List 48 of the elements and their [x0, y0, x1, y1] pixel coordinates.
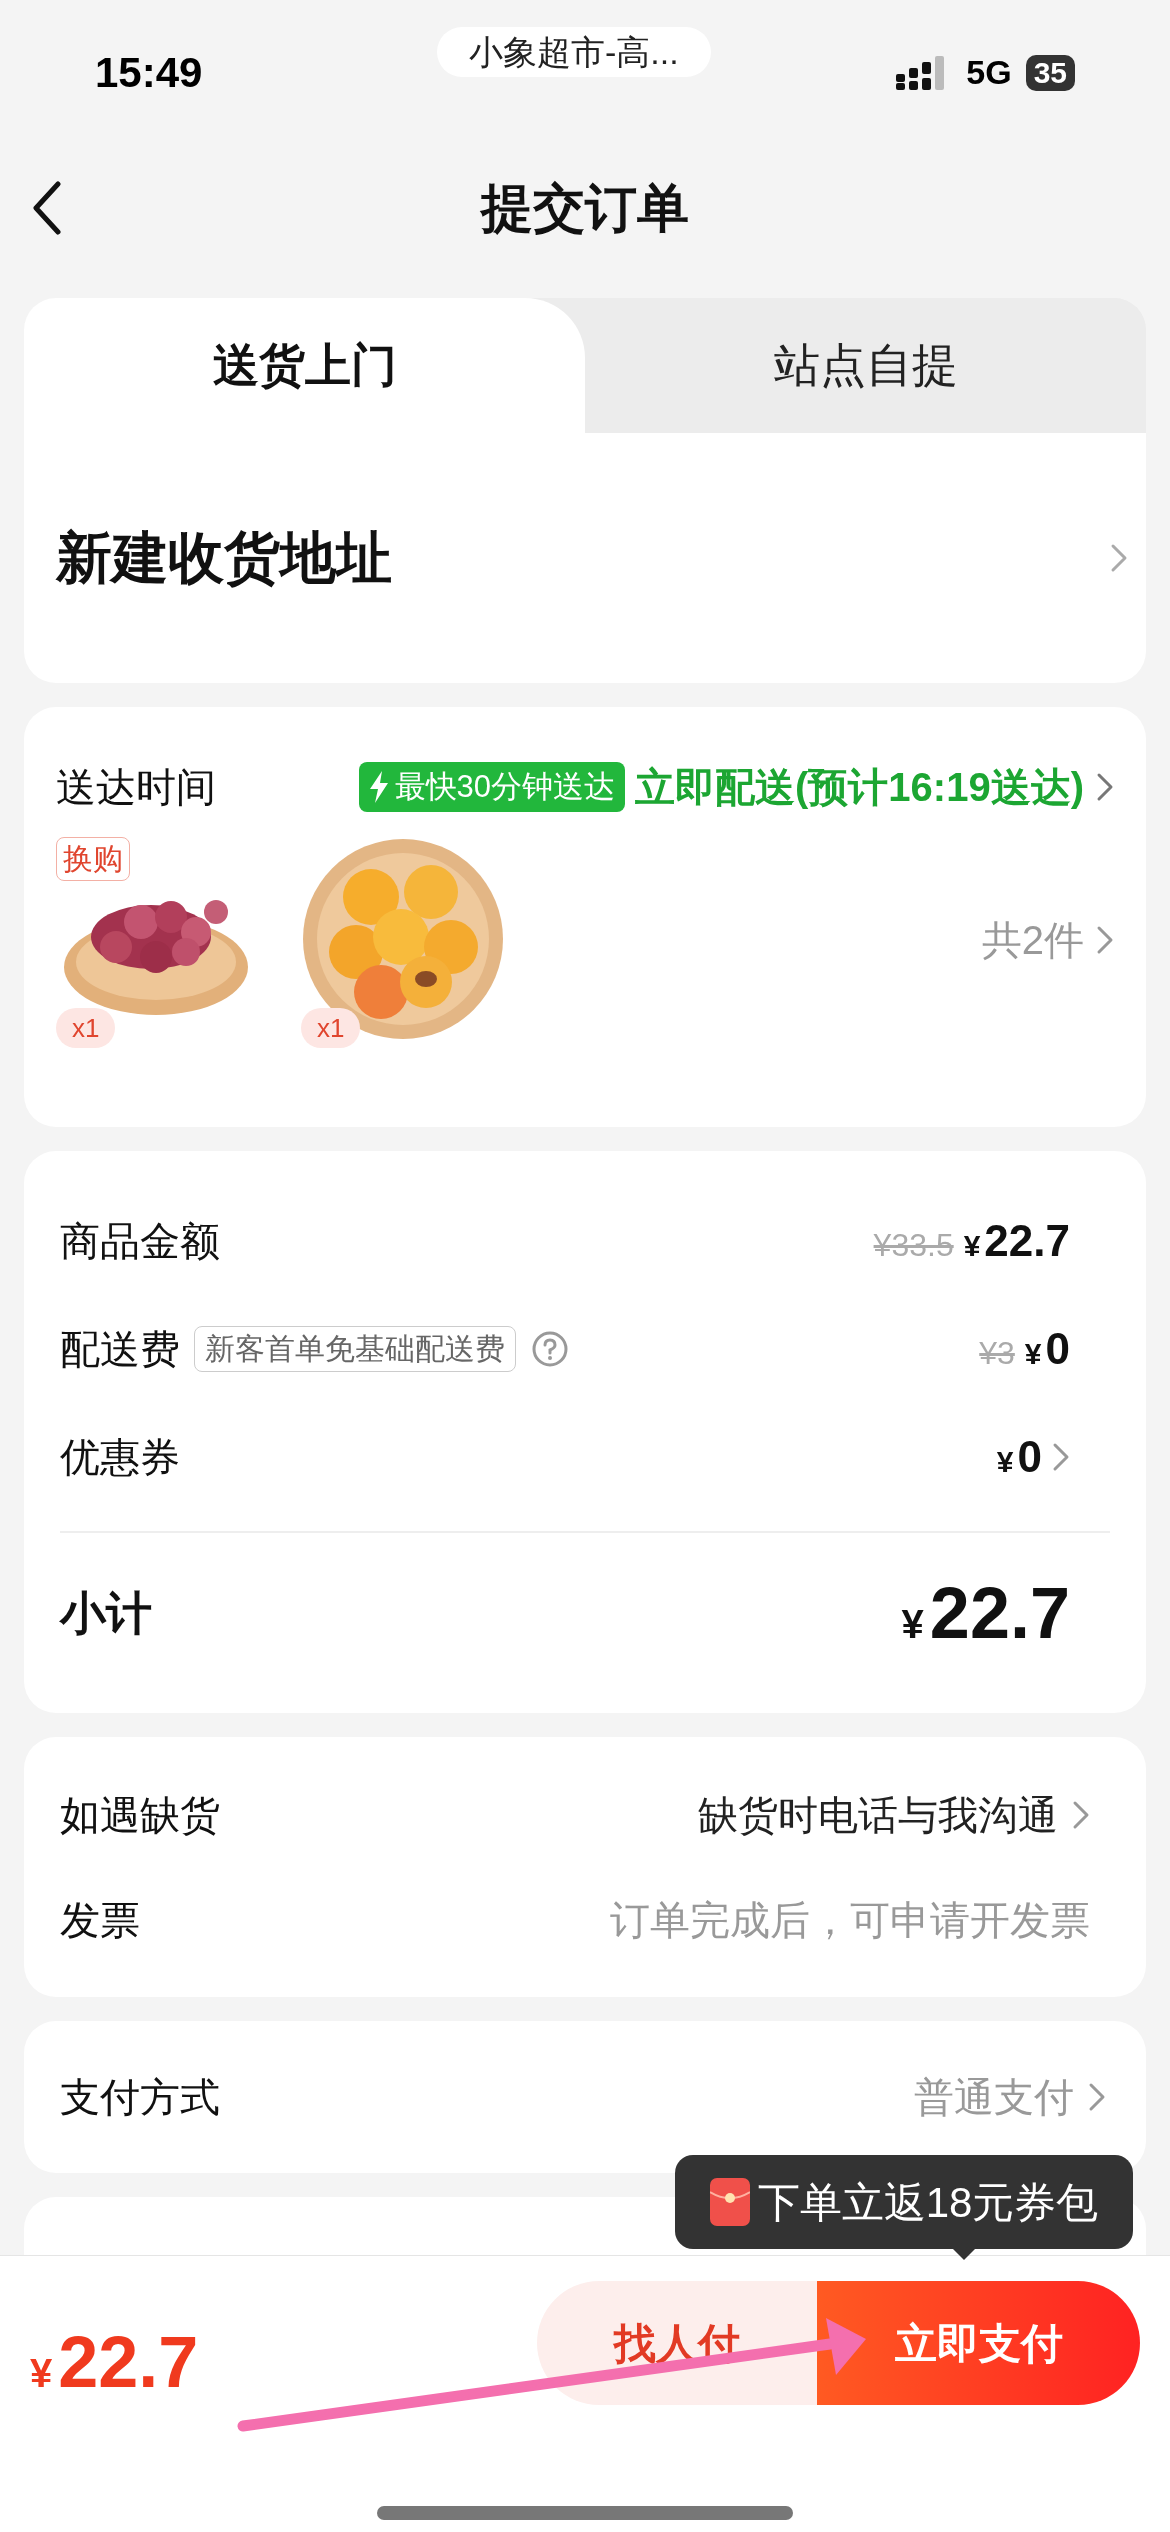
fee-amount: 22.7 — [984, 1215, 1070, 1267]
address-row[interactable]: 新建收货地址 — [24, 433, 1146, 683]
network-label: 5G — [966, 52, 1012, 93]
subtotal-label: 小计 — [60, 1585, 152, 1641]
pay-now-button[interactable]: 立即支付 — [817, 2281, 1140, 2405]
chevron-icon — [1096, 772, 1114, 802]
payment-value: 普通支付 — [914, 2074, 1074, 2121]
chevron-icon — [1110, 543, 1128, 573]
option-label: 如遇缺货 — [60, 1791, 220, 1839]
help-icon[interactable] — [532, 1331, 568, 1367]
quantity-badge: x1 — [56, 1008, 116, 1048]
battery-indicator: 35 — [1025, 54, 1075, 91]
speed-badge-text: 最快30分钟送达 — [394, 767, 616, 806]
payment-method-row[interactable]: 支付方式 普通支付 — [24, 2021, 1146, 2173]
exchange-tag: 换购 — [56, 837, 130, 881]
quantity-badge: x1 — [301, 1008, 361, 1048]
address-label: 新建收货地址 — [56, 525, 392, 591]
chevron-icon — [1088, 2082, 1106, 2112]
envelope-icon — [709, 2178, 750, 2226]
fee-amount: 0 — [1045, 1323, 1070, 1375]
currency-sign: ¥ — [996, 1444, 1014, 1480]
currency-sign: ¥ — [963, 1228, 981, 1264]
option-row[interactable]: 如遇缺货 缺货时电话与我沟通 — [60, 1762, 1110, 1867]
option-value: 缺货时电话与我沟通 — [698, 1791, 1058, 1839]
delivery-time-label: 送达时间 — [56, 764, 216, 811]
original-price: ¥33.5 — [873, 1226, 954, 1265]
fee-amount: 0 — [1017, 1431, 1042, 1483]
page-title: 提交订单 — [481, 177, 689, 239]
currency-sign: ¥ — [901, 1601, 924, 1648]
payment-label: 支付方式 — [60, 2074, 220, 2121]
status-time: 15:49 — [95, 48, 203, 98]
app-pill[interactable]: 小象超市-高... — [437, 27, 711, 77]
currency-sign: ¥ — [30, 2350, 53, 2397]
lightning-icon — [368, 771, 389, 803]
back-icon[interactable] — [32, 181, 62, 235]
tooltip-text: 下单立返18元券包 — [757, 2177, 1099, 2228]
original-price: ¥3 — [979, 1334, 1015, 1373]
delivery-tab[interactable]: 送货上门 — [24, 298, 585, 433]
subtotal-amount: 22.7 — [929, 1572, 1070, 1655]
option-value: 订单完成后，可申请开发票 — [610, 1896, 1090, 1944]
currency-sign: ¥ — [1024, 1336, 1042, 1372]
fee-label: 优惠券 — [60, 1434, 180, 1481]
total-amount: 22.7 — [58, 2321, 199, 2404]
fee-label: 商品金额 — [60, 1218, 220, 1265]
fee-label: 配送费 — [60, 1326, 180, 1373]
promo-tag: 新客首单免基础配送费 — [194, 1326, 516, 1372]
option-label: 发票 — [60, 1896, 140, 1944]
chevron-icon — [1096, 924, 1114, 955]
